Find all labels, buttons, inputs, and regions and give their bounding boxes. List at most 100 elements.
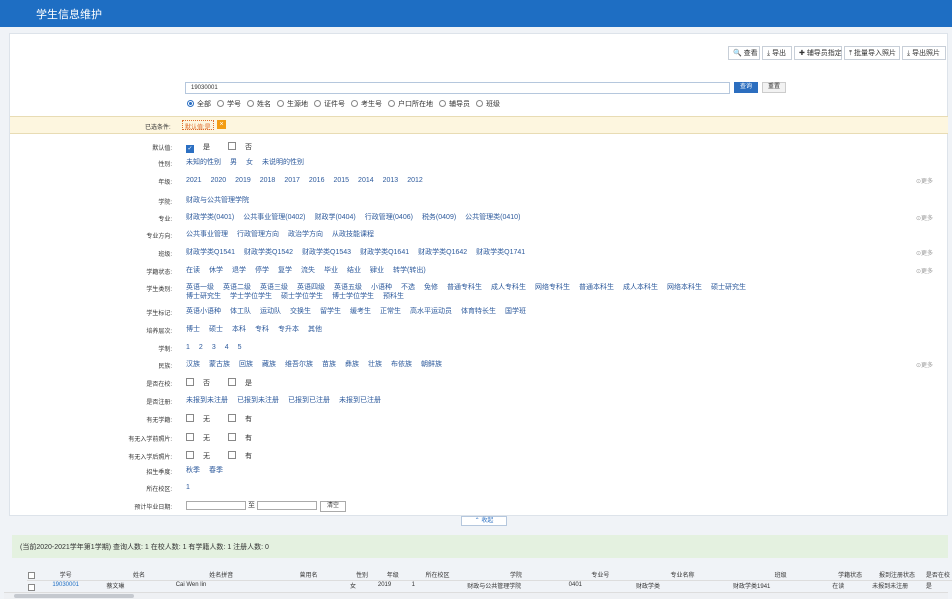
- column-header[interactable]: 学号: [27, 570, 105, 581]
- radio-icon[interactable]: [439, 100, 446, 107]
- checkbox-icon[interactable]: [228, 414, 236, 422]
- column-header[interactable]: 班级: [731, 570, 831, 581]
- filter-option[interactable]: 苗族: [322, 361, 336, 368]
- filter-option[interactable]: 女: [246, 159, 253, 166]
- filter-option[interactable]: 4: [225, 344, 229, 351]
- filter-option[interactable]: 1: [186, 484, 190, 491]
- filter-option[interactable]: 在读: [186, 267, 200, 274]
- filter-option[interactable]: 布依族: [391, 361, 412, 368]
- scope-radio-1[interactable]: 学号: [213, 100, 241, 108]
- view-button[interactable]: 🔍 查看: [728, 46, 760, 60]
- filter-option[interactable]: 退学: [232, 267, 246, 274]
- checkbox-icon[interactable]: [186, 433, 194, 441]
- filter-option[interactable]: 不选: [401, 284, 415, 291]
- filter-option[interactable]: 正常生: [380, 308, 401, 315]
- more-button[interactable]: ⊙更多: [916, 248, 933, 257]
- filter-option[interactable]: 2012: [407, 177, 423, 184]
- filter-option[interactable]: 壮族: [368, 361, 382, 368]
- filter-option[interactable]: 硕士: [209, 326, 223, 333]
- filter-checkbox[interactable]: 无: [186, 451, 219, 460]
- checkbox-icon[interactable]: [186, 451, 194, 459]
- filter-option[interactable]: 运动队: [260, 308, 281, 315]
- radio-icon[interactable]: [247, 100, 254, 107]
- scope-radio-6[interactable]: 户口所在地: [384, 100, 433, 108]
- filter-option[interactable]: 网络专科生: [535, 284, 570, 291]
- scope-radio-4[interactable]: 证件号: [310, 100, 345, 108]
- filter-option[interactable]: 公共事业管理: [186, 231, 228, 238]
- filter-option[interactable]: 英语一级: [186, 284, 214, 291]
- filter-option[interactable]: 公共事业管理(0402): [243, 214, 305, 221]
- filter-option[interactable]: 专升本: [278, 326, 299, 333]
- filter-option[interactable]: 留学生: [320, 308, 341, 315]
- filter-option[interactable]: 行政管理方向: [237, 231, 279, 238]
- filter-option[interactable]: 转学(转出): [393, 267, 426, 274]
- more-button[interactable]: ⊙更多: [916, 213, 933, 222]
- batch-import-photos-button[interactable]: ⤒ 批量导入照片: [844, 46, 900, 60]
- filter-option[interactable]: 财政学类Q1741: [476, 249, 525, 256]
- filter-option[interactable]: 英语三级: [260, 284, 288, 291]
- checkbox-icon[interactable]: [228, 433, 236, 441]
- date-from-input[interactable]: [186, 501, 246, 510]
- filter-option[interactable]: 已报到已注册: [288, 397, 330, 404]
- filter-checkbox[interactable]: 无: [186, 433, 219, 442]
- column-header[interactable]: 是否在校: [923, 570, 952, 581]
- search-input[interactable]: 19030001: [185, 82, 730, 94]
- filter-option[interactable]: 2019: [235, 177, 251, 184]
- filter-option[interactable]: 财政学类(0401): [186, 214, 234, 221]
- filter-checkbox[interactable]: 是: [228, 378, 261, 387]
- scrollbar-thumb[interactable]: [14, 594, 134, 598]
- scope-radio-2[interactable]: 姓名: [243, 100, 271, 108]
- filter-option[interactable]: 未报到已注册: [339, 397, 381, 404]
- selected-condition-tag[interactable]: 默认值:是: [182, 120, 214, 131]
- checkbox-icon[interactable]: [228, 378, 236, 386]
- checkbox-icon[interactable]: [228, 142, 236, 150]
- filter-option[interactable]: 硕士学位学生: [281, 293, 323, 300]
- filter-option[interactable]: 毕业: [324, 267, 338, 274]
- filter-checkbox[interactable]: 有: [228, 433, 261, 442]
- table-cell[interactable]: 19030001: [27, 580, 104, 590]
- filter-option[interactable]: 5: [238, 344, 242, 351]
- filter-checkbox[interactable]: 无: [186, 414, 219, 423]
- filter-option[interactable]: 英语五级: [334, 284, 362, 291]
- filter-option[interactable]: 藏族: [262, 361, 276, 368]
- table-row[interactable]: 19030001 蔡文琳 Cai Wen lin 女 2019 1 财政与公共管理学院 040…: [27, 580, 952, 590]
- column-header[interactable]: 报到注册状态: [870, 570, 924, 581]
- radio-icon[interactable]: [388, 100, 395, 107]
- filter-checkbox[interactable]: 有: [228, 414, 261, 423]
- date-clear-button[interactable]: 清空: [320, 501, 347, 513]
- filter-option[interactable]: 免修: [424, 284, 438, 291]
- filter-option[interactable]: 财政学类Q1642: [418, 249, 467, 256]
- filter-option[interactable]: 财政学类Q1641: [360, 249, 409, 256]
- column-header[interactable]: 学院: [465, 570, 567, 581]
- filter-option[interactable]: 博士研究生: [186, 293, 221, 300]
- filter-option[interactable]: 未知的性别: [186, 159, 221, 166]
- filter-option[interactable]: 2020: [211, 177, 227, 184]
- filter-option[interactable]: 缓考生: [350, 308, 371, 315]
- collapse-button[interactable]: ⌃ 收起: [461, 516, 507, 526]
- filter-option[interactable]: 预科生: [383, 293, 404, 300]
- filter-option[interactable]: 学士学位学生: [230, 293, 272, 300]
- filter-option[interactable]: 秋季: [186, 467, 200, 474]
- filter-option[interactable]: 财政学类Q1542: [244, 249, 293, 256]
- column-header[interactable]: 学籍状态: [830, 570, 871, 581]
- assign-counselor-button[interactable]: ✚ 辅导员指定: [794, 46, 842, 60]
- filter-option[interactable]: 未报到未注册: [186, 397, 228, 404]
- filter-option[interactable]: 2016: [309, 177, 325, 184]
- filter-option[interactable]: 行政管理(0406): [365, 214, 413, 221]
- radio-icon[interactable]: [217, 100, 224, 107]
- radio-icon[interactable]: [277, 100, 284, 107]
- column-header[interactable]: 性别: [348, 570, 376, 581]
- radio-icon[interactable]: [351, 100, 358, 107]
- filter-option[interactable]: 汉族: [186, 361, 200, 368]
- filter-option[interactable]: 英语小语种: [186, 308, 221, 315]
- scope-radio-5[interactable]: 考生号: [347, 100, 382, 108]
- filter-option[interactable]: 政治学方向: [288, 231, 323, 238]
- filter-option[interactable]: 国学班: [505, 308, 526, 315]
- more-button[interactable]: ⊙更多: [916, 266, 933, 275]
- column-header[interactable]: 所在校区: [409, 570, 466, 581]
- scope-radio-7[interactable]: 辅导员: [435, 100, 470, 108]
- filter-option[interactable]: 交换生: [290, 308, 311, 315]
- export-button[interactable]: ⤓ 导出: [762, 46, 792, 60]
- filter-option[interactable]: 专科: [255, 326, 269, 333]
- checkbox-icon[interactable]: [228, 451, 236, 459]
